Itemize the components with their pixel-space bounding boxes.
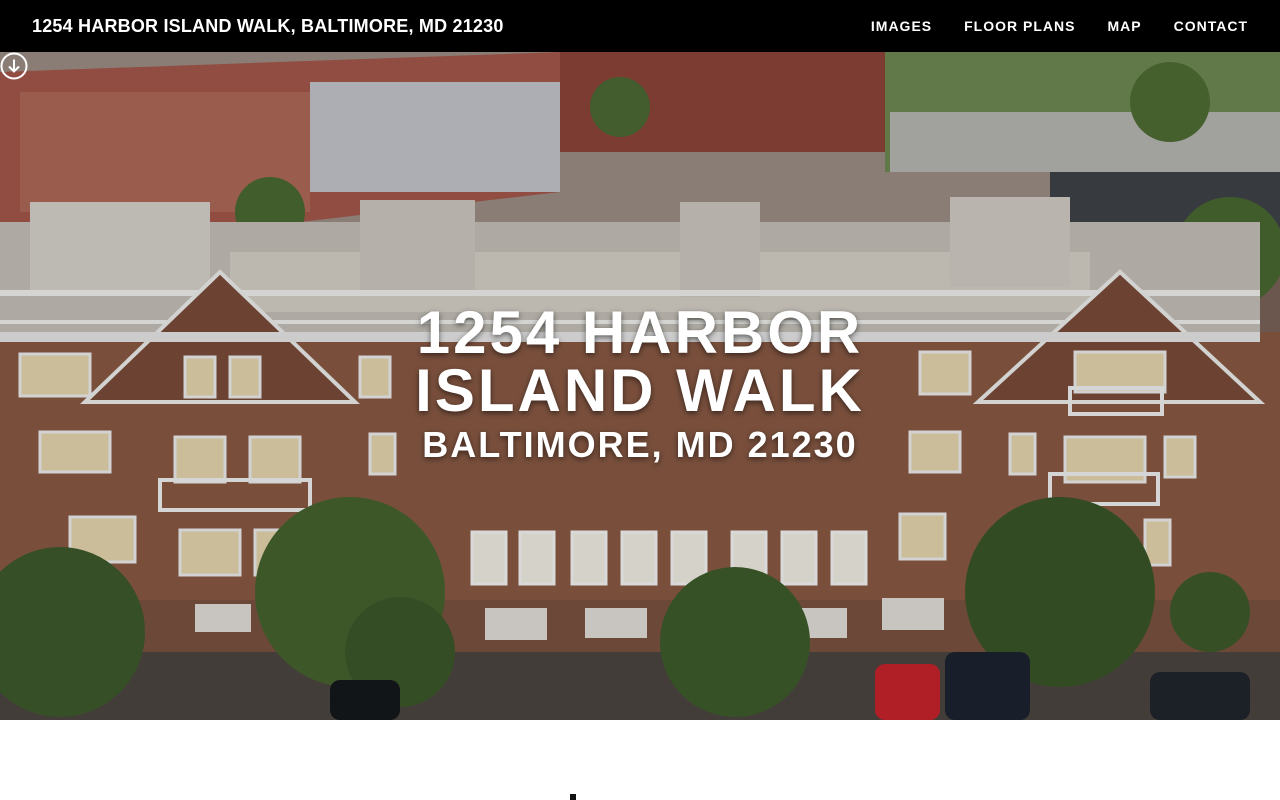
content-heading-fragment xyxy=(570,794,576,800)
hero-title: 1254 HARBOR ISLAND WALK xyxy=(415,299,865,424)
nav-link-contact[interactable]: CONTACT xyxy=(1174,18,1248,34)
hero-section: 1254 HARBOR ISLAND WALK BALTIMORE, MD 21… xyxy=(0,52,1280,720)
nav-link-map[interactable]: MAP xyxy=(1107,18,1141,34)
arrow-down-circle-icon[interactable] xyxy=(0,52,28,80)
site-brand-link[interactable]: 1254 HARBOR ISLAND WALK, BALTIMORE, MD 2… xyxy=(32,16,504,37)
top-navigation-bar: 1254 HARBOR ISLAND WALK, BALTIMORE, MD 2… xyxy=(0,0,1280,52)
nav-link-floor-plans[interactable]: FLOOR PLANS xyxy=(964,18,1075,34)
main-nav: IMAGES FLOOR PLANS MAP CONTACT xyxy=(871,18,1248,34)
hero-subtitle: BALTIMORE, MD 21230 xyxy=(422,424,858,465)
hero-heading-group: 1254 HARBOR ISLAND WALK BALTIMORE, MD 21… xyxy=(0,299,1280,466)
content-section xyxy=(0,720,1280,800)
nav-link-images[interactable]: IMAGES xyxy=(871,18,932,34)
